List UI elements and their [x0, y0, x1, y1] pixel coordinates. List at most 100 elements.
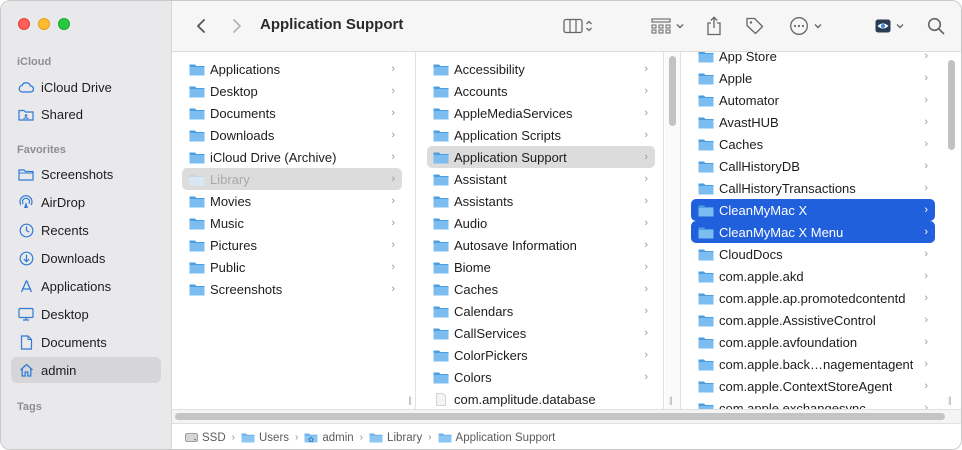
- sidebar-item-documents[interactable]: Documents: [11, 329, 161, 355]
- column-resize-handle[interactable]: ||: [948, 395, 952, 405]
- list-item[interactable]: Accounts ›: [427, 80, 655, 102]
- group-button[interactable]: [648, 14, 688, 38]
- list-item[interactable]: CallHistoryTransactions ›: [691, 177, 935, 199]
- window-controls: [18, 18, 70, 30]
- list-item[interactable]: Pictures ›: [182, 234, 402, 256]
- path-item-application-support[interactable]: Application Support: [438, 432, 555, 444]
- columns-view-icon: [563, 18, 583, 34]
- list-item[interactable]: Applications ›: [182, 58, 402, 80]
- list-item[interactable]: com.apple.back…nagementagent ›: [691, 353, 935, 375]
- list-item[interactable]: Downloads ›: [182, 124, 402, 146]
- zoom-window-button[interactable]: [58, 18, 70, 30]
- list-item-label: Accounts: [454, 83, 508, 99]
- list-item[interactable]: com.apple.AssistiveControl ›: [691, 309, 935, 331]
- list-item[interactable]: Assistant ›: [427, 168, 655, 190]
- tag-button[interactable]: [742, 14, 768, 38]
- column-library-scrollbar[interactable]: [669, 56, 676, 126]
- back-icon: [197, 19, 205, 33]
- minimize-window-button[interactable]: [38, 18, 50, 30]
- chevron-right-icon: ›: [924, 402, 928, 409]
- list-item[interactable]: Library ›: [182, 168, 402, 190]
- path-item-admin[interactable]: admin: [304, 432, 354, 444]
- preview-button[interactable]: [872, 14, 908, 38]
- chevron-right-icon: ›: [644, 283, 648, 295]
- list-item[interactable]: Calendars ›: [427, 300, 655, 322]
- chevron-down-icon: [896, 24, 904, 29]
- sidebar-item-airdrop[interactable]: AirDrop: [11, 189, 161, 215]
- list-item[interactable]: com.apple.avfoundation ›: [691, 331, 935, 353]
- tag-icon: [746, 17, 764, 35]
- list-item[interactable]: CallServices ›: [427, 322, 655, 344]
- sidebar-item-desktop[interactable]: Desktop: [11, 301, 161, 327]
- forward-button[interactable]: [226, 14, 248, 38]
- list-item[interactable]: Apple ›: [691, 67, 935, 89]
- path-item-library[interactable]: Library: [369, 432, 422, 444]
- list-item[interactable]: App Store ›: [691, 52, 935, 67]
- list-item[interactable]: ColorPickers ›: [427, 344, 655, 366]
- list-item[interactable]: CleanMyMac X Menu ›: [691, 221, 935, 243]
- list-item[interactable]: com.apple.ContextStoreAgent ›: [691, 375, 935, 397]
- horizontal-scrollbar[interactable]: [175, 413, 945, 420]
- list-item[interactable]: AppleMediaServices ›: [427, 102, 655, 124]
- list-item[interactable]: Biome ›: [427, 256, 655, 278]
- file-icon: [436, 392, 446, 406]
- list-item[interactable]: Audio ›: [427, 212, 655, 234]
- folder-icon: [698, 161, 714, 172]
- list-item[interactable]: iCloud Drive (Archive) ›: [182, 146, 402, 168]
- list-item[interactable]: com.apple.ap.promotedcontentd ›: [691, 287, 935, 309]
- list-item[interactable]: Accessibility ›: [427, 58, 655, 80]
- list-item[interactable]: Automator ›: [691, 89, 935, 111]
- list-item[interactable]: Screenshots ›: [182, 278, 402, 300]
- folder-icon: [433, 174, 449, 185]
- list-item[interactable]: Autosave Information ›: [427, 234, 655, 256]
- column-user-home[interactable]: Applications › Desktop › Documents › Downloads…: [172, 52, 416, 409]
- list-item[interactable]: Desktop ›: [182, 80, 402, 102]
- list-item[interactable]: Application Support ›: [427, 146, 655, 168]
- list-item[interactable]: AvastHUB ›: [691, 111, 935, 133]
- path-item-users[interactable]: Users: [241, 432, 289, 444]
- chevron-right-icon: ›: [924, 270, 928, 282]
- list-item[interactable]: com.apple.akd ›: [691, 265, 935, 287]
- folder-icon: [698, 227, 714, 238]
- sidebar-item-applications[interactable]: Applications: [11, 273, 161, 299]
- column-resize-handle[interactable]: ||: [408, 395, 412, 405]
- list-item[interactable]: Public ›: [182, 256, 402, 278]
- list-item[interactable]: CallHistoryDB ›: [691, 155, 935, 177]
- list-item[interactable]: com.apple.exchangesync ›: [691, 397, 935, 409]
- back-button[interactable]: [190, 14, 212, 38]
- list-item[interactable]: Caches ›: [691, 133, 935, 155]
- folder-icon: [189, 262, 205, 273]
- sidebar-item-admin[interactable]: admin: [11, 357, 161, 383]
- list-item-label: Application Scripts: [454, 127, 561, 143]
- list-item[interactable]: CloudDocs ›: [691, 243, 935, 265]
- sidebar-item-shared[interactable]: Shared: [11, 101, 161, 127]
- list-item[interactable]: Documents ›: [182, 102, 402, 124]
- sidebar-item-icloud-drive[interactable]: iCloud Drive: [11, 74, 161, 100]
- sidebar-item-downloads[interactable]: Downloads: [11, 245, 161, 271]
- column-library[interactable]: Accessibility › Accounts › AppleMediaService…: [417, 52, 664, 409]
- close-window-button[interactable]: [18, 18, 30, 30]
- chevron-right-icon: ›: [644, 129, 648, 141]
- sidebar-item-recents[interactable]: Recents: [11, 217, 161, 243]
- sidebar-item-screenshots[interactable]: Screenshots: [11, 161, 161, 187]
- list-item[interactable]: com.amplitude.database: [427, 388, 655, 409]
- list-item[interactable]: Assistants ›: [427, 190, 655, 212]
- share-button[interactable]: [702, 14, 726, 38]
- list-item[interactable]: Caches ›: [427, 278, 655, 300]
- list-item[interactable]: CleanMyMac X ›: [691, 199, 935, 221]
- more-actions-button[interactable]: [786, 14, 826, 38]
- column-application-support-scrollbar[interactable]: [948, 60, 955, 150]
- list-item[interactable]: Movies ›: [182, 190, 402, 212]
- search-button[interactable]: [924, 14, 948, 38]
- path-item-ssd[interactable]: SSD: [185, 432, 226, 444]
- chevron-right-icon: ›: [924, 138, 928, 150]
- sidebar-section-icloud: iCloud: [17, 56, 52, 68]
- column-resize-handle[interactable]: ||: [669, 395, 673, 405]
- list-item[interactable]: Music ›: [182, 212, 402, 234]
- list-item[interactable]: Colors ›: [427, 366, 655, 388]
- list-item[interactable]: Application Scripts ›: [427, 124, 655, 146]
- view-mode-button[interactable]: [556, 14, 600, 38]
- folder-icon: [189, 174, 205, 185]
- column-application-support[interactable]: App Store › Apple › Automator › AvastHUB › Cache…: [681, 52, 961, 409]
- folder-icon: [698, 73, 714, 84]
